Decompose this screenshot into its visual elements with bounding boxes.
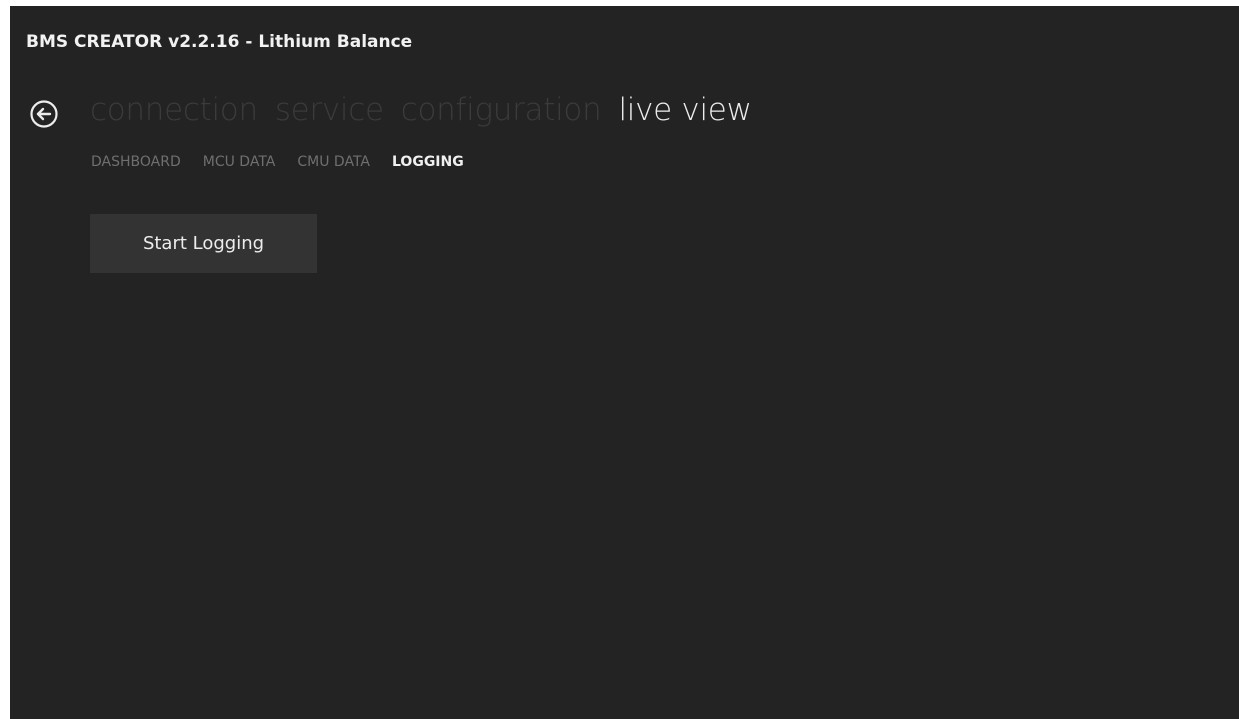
sub-nav: DASHBOARD MCU DATA CMU DATA LOGGING (91, 154, 486, 170)
nav-connection[interactable]: connection (90, 92, 258, 128)
tab-cmu-data[interactable]: CMU DATA (297, 154, 370, 170)
back-button[interactable] (29, 99, 59, 129)
start-logging-button[interactable]: Start Logging (90, 214, 317, 273)
app-window: BMS CREATOR v2.2.16 - Lithium Balance co… (10, 6, 1239, 719)
app-title: BMS CREATOR v2.2.16 - Lithium Balance (26, 32, 413, 52)
tab-dashboard[interactable]: DASHBOARD (91, 154, 181, 170)
main-nav: connection service configuration live vi… (90, 92, 769, 128)
back-arrow-circle-icon (30, 100, 58, 128)
nav-service[interactable]: service (275, 92, 384, 128)
tab-mcu-data[interactable]: MCU DATA (203, 154, 276, 170)
nav-live-view[interactable]: live view (618, 92, 751, 128)
tab-logging[interactable]: LOGGING (392, 154, 464, 170)
nav-configuration[interactable]: configuration (401, 92, 602, 128)
